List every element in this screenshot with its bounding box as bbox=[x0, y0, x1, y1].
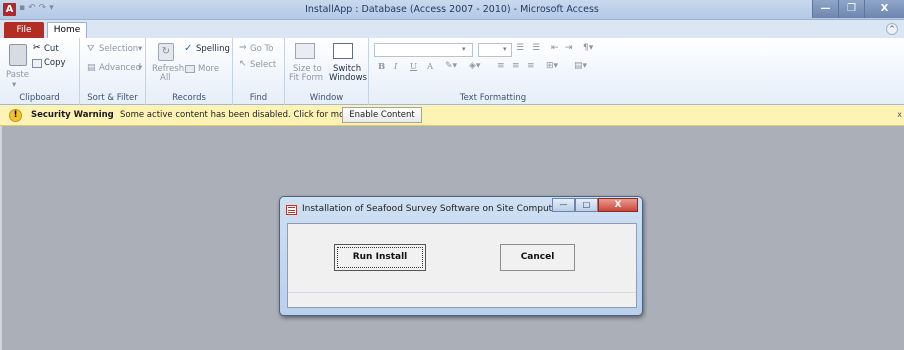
more-button[interactable]: More bbox=[198, 64, 219, 74]
indent-icon[interactable]: ⇤ bbox=[551, 43, 559, 53]
dialog-minimize-button[interactable]: — bbox=[552, 198, 575, 212]
paragraph-icon[interactable]: ¶▾ bbox=[583, 43, 593, 53]
switch-windows-icon[interactable] bbox=[333, 43, 353, 59]
spelling-button[interactable]: Spelling bbox=[196, 44, 230, 54]
filter-icon: ⛛ bbox=[87, 44, 95, 54]
cut-button[interactable]: Cut bbox=[44, 44, 59, 54]
paste-dropdown-icon[interactable]: ▾ bbox=[12, 80, 16, 90]
minimize-button[interactable]: — bbox=[812, 0, 838, 18]
dialog-close-button[interactable]: X bbox=[598, 198, 638, 212]
group-sort-filter: ⛛ Selection ▾ ▤ Advanced ▾ Sort & Filter bbox=[80, 38, 146, 105]
goto-icon: ⇒ bbox=[239, 43, 247, 53]
fill-color-icon[interactable]: ◈▾ bbox=[469, 61, 480, 71]
ribbon: Paste ▾ ✂ Cut Copy Clipboard ⛛ Selection… bbox=[0, 38, 904, 105]
tab-home[interactable]: Home bbox=[47, 22, 87, 38]
align-center-icon[interactable]: ≡ bbox=[512, 61, 520, 71]
group-text-formatting: ▾ ▾ ☰ ☰ ⇤ ⇥ ¶▾ B I U A ✎▾ ◈▾ ≡ ≡ ≡ ⊞▾ ▤▾… bbox=[369, 38, 617, 105]
window-title: InstallApp : Database (Access 2007 - 201… bbox=[305, 4, 599, 15]
chevron-down-icon: ▾ bbox=[503, 45, 507, 53]
select-icon: ↖ bbox=[239, 59, 247, 69]
group-window: Size to Fit Form Switch Windows Window bbox=[285, 38, 369, 105]
dialog-maximize-button[interactable]: □ bbox=[575, 198, 598, 212]
font-color-button[interactable]: A bbox=[427, 62, 433, 72]
group-label-sort-filter: Sort & Filter bbox=[87, 93, 138, 103]
restore-button[interactable]: ❐ bbox=[838, 0, 864, 18]
enable-content-button[interactable]: Enable Content bbox=[342, 107, 422, 123]
group-label-clipboard: Clipboard bbox=[19, 93, 60, 103]
align-right-icon[interactable]: ≡ bbox=[527, 61, 535, 71]
underline-button[interactable]: U bbox=[410, 62, 417, 72]
title-bar: A ▪ ↶ ↷ ▾ InstallApp : Database (Access … bbox=[0, 0, 904, 20]
install-dialog: Installation of Seafood Survey Software … bbox=[279, 196, 643, 316]
chevron-down-icon: ▾ bbox=[462, 45, 466, 53]
goto-button[interactable]: Go To bbox=[250, 44, 273, 54]
run-install-button[interactable]: Run Install bbox=[334, 244, 426, 271]
tab-file[interactable]: File bbox=[4, 22, 44, 38]
group-label-window: Window bbox=[309, 93, 344, 103]
size-to-fit-icon[interactable] bbox=[295, 43, 315, 59]
close-button[interactable]: X bbox=[864, 0, 904, 18]
selection-dropdown-icon: ▾ bbox=[138, 44, 143, 54]
window-controls: — ❐ X bbox=[812, 0, 904, 18]
security-warning-title: Security Warning bbox=[31, 110, 114, 120]
security-warning-bar: ! Security Warning Some active content h… bbox=[0, 105, 904, 126]
dialog-controls: — □ X bbox=[552, 198, 638, 212]
help-icon[interactable]: ^ bbox=[886, 23, 898, 35]
group-label-records: Records bbox=[172, 93, 206, 103]
cut-icon: ✂ bbox=[33, 43, 41, 53]
group-find: ⇒ Go To ↖ Select Find bbox=[233, 38, 285, 105]
advanced-button[interactable]: Advanced bbox=[99, 63, 141, 73]
paste-button[interactable]: Paste bbox=[6, 70, 29, 80]
alt-row-color-icon[interactable]: ▤▾ bbox=[574, 61, 587, 71]
italic-button[interactable]: I bbox=[394, 62, 397, 72]
select-button[interactable]: Select bbox=[250, 60, 276, 70]
copy-icon bbox=[32, 59, 42, 68]
group-clipboard: Paste ▾ ✂ Cut Copy Clipboard bbox=[0, 38, 80, 105]
selection-button[interactable]: Selection bbox=[99, 44, 138, 54]
gridlines-icon[interactable]: ⊞▾ bbox=[546, 61, 558, 71]
warning-icon: ! bbox=[9, 109, 22, 122]
switch-windows-label-2: Windows bbox=[329, 73, 367, 83]
close-warning-icon[interactable]: x bbox=[897, 110, 902, 119]
dialog-title: Installation of Seafood Survey Software … bbox=[302, 204, 567, 214]
advanced-filter-icon: ▤ bbox=[87, 63, 96, 73]
cancel-button[interactable]: Cancel bbox=[500, 244, 575, 271]
more-icon bbox=[185, 65, 195, 73]
bold-button[interactable]: B bbox=[378, 62, 385, 72]
advanced-dropdown-icon: ▾ bbox=[138, 63, 143, 73]
numbering-icon[interactable]: ☰ bbox=[532, 43, 540, 53]
refresh-icon[interactable]: ↻ bbox=[158, 43, 174, 61]
form-icon bbox=[286, 205, 297, 215]
highlight-icon[interactable]: ✎▾ bbox=[445, 61, 457, 71]
align-left-icon[interactable]: ≡ bbox=[497, 61, 505, 71]
ribbon-tabs: File Home ^ bbox=[0, 20, 904, 38]
group-records: ↻ Refresh All ✓ Spelling More Records bbox=[146, 38, 233, 105]
dialog-body: Run Install Cancel bbox=[287, 223, 637, 308]
group-label-find: Find bbox=[249, 93, 268, 103]
font-name-dropdown[interactable] bbox=[374, 43, 473, 57]
bullets-icon[interactable]: ☰ bbox=[516, 43, 524, 53]
group-label-text-formatting: Text Formatting bbox=[459, 93, 527, 103]
refresh-sub-label: All bbox=[160, 73, 171, 83]
paste-icon[interactable] bbox=[9, 44, 27, 66]
copy-button[interactable]: Copy bbox=[44, 58, 66, 68]
size-to-fit-label-2: Fit Form bbox=[289, 73, 324, 83]
dialog-divider bbox=[288, 292, 636, 293]
outdent-icon[interactable]: ⇥ bbox=[565, 43, 573, 53]
spelling-icon: ✓ bbox=[184, 43, 193, 54]
